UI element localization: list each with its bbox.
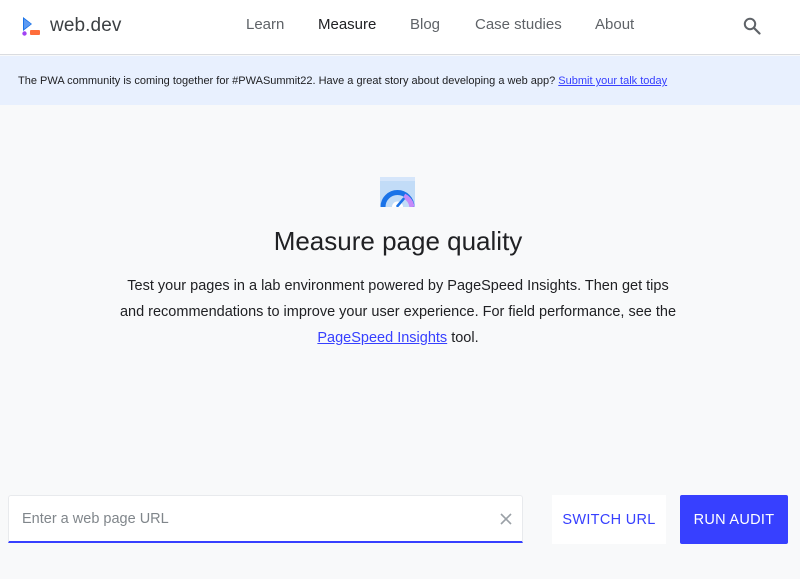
pagespeed-insights-link[interactable]: PageSpeed Insights [317,330,447,346]
nav-about[interactable]: About [595,16,634,33]
nav-blog[interactable]: Blog [410,16,440,33]
url-input[interactable] [9,496,489,542]
submit-talk-link[interactable]: Submit your talk today [558,75,667,87]
banner-message: The PWA community is coming together for… [18,75,667,87]
speed-gauge-icon [380,177,415,207]
run-audit-button[interactable]: RUN AUDIT [680,495,788,544]
search-button[interactable] [739,13,765,39]
nav-case-studies[interactable]: Case studies [475,16,562,33]
description-text: Test your pages in a lab environment pow… [119,278,677,320]
search-icon [743,17,761,35]
nav-learn[interactable]: Learn [246,16,284,33]
announcement-banner: The PWA community is coming together for… [0,56,800,105]
nav-measure[interactable]: Measure [318,16,376,33]
logo-text: web.dev [50,15,122,36]
description-tail: tool. [447,330,479,346]
switch-url-button[interactable]: SWITCH URL [552,495,666,544]
page-description: Test your pages in a lab environment pow… [118,273,678,351]
close-icon[interactable] [498,511,514,527]
logo-link[interactable]: web.dev [20,12,121,40]
web-dev-logo-icon [22,17,40,36]
url-field [8,495,523,543]
banner-text: The PWA community is coming together for… [18,75,559,87]
page-title: Measure page quality [273,226,523,256]
top-app-bar: web.dev Learn Measure Blog Case studies … [0,0,800,55]
